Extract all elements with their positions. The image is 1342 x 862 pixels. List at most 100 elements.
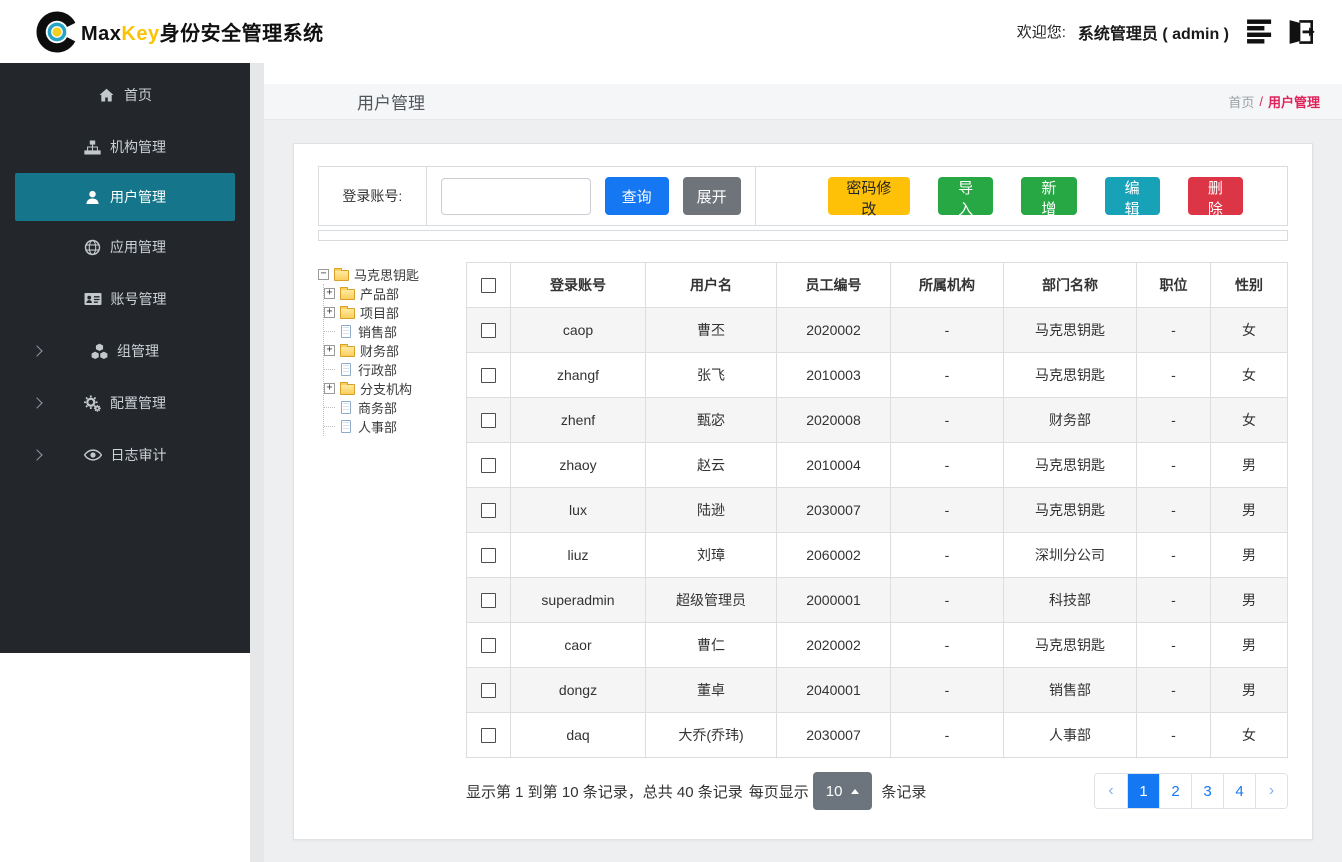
table-cell: 马克思钥匙	[1003, 352, 1137, 398]
tree-node[interactable]: + 分支机构	[324, 379, 466, 398]
sidebar-item-account[interactable]: 账号管理	[0, 273, 250, 325]
table-row[interactable]: liuz 刘璋 2060002- 深圳分公司 - 男	[466, 532, 1288, 578]
header-right: 欢迎您: 系统管理员 ( admin )	[1017, 19, 1316, 45]
tree-node[interactable]: 人事部	[324, 417, 466, 436]
tree-node[interactable]: + 项目部	[324, 303, 466, 322]
tree-node[interactable]: + 产品部	[324, 284, 466, 303]
table-row[interactable]: superadmin 超级管理员 2000001- 科技部 - 男	[466, 577, 1288, 623]
records-suffix: 条记录	[881, 783, 927, 801]
select-all-checkbox[interactable]	[481, 278, 496, 294]
table-cell: -	[890, 712, 1004, 758]
sitemap-icon	[84, 139, 101, 156]
add-button[interactable]: 新增	[1021, 177, 1077, 218]
pagination: ‹ 1 2 3 4 ›	[1094, 773, 1288, 809]
tree-root-node[interactable]: − 马克思钥匙	[318, 265, 466, 284]
table-cell: -	[890, 577, 1004, 623]
sidebar-item-app[interactable]: 应用管理	[0, 221, 250, 273]
expand-expander-icon[interactable]: +	[324, 345, 335, 356]
sidebar-item-home[interactable]: 首页	[0, 69, 250, 121]
tree-node[interactable]: 销售部	[324, 322, 466, 341]
row-checkbox[interactable]	[481, 323, 496, 339]
brand[interactable]: MaxKey身份安全管理系统	[36, 10, 324, 53]
sidebar-item-config[interactable]: 配置管理	[0, 377, 250, 429]
tree-node-label: 人事部	[358, 420, 398, 435]
table-cell: 张飞	[645, 352, 777, 398]
row-select-cell	[466, 397, 511, 443]
table-cell: 马克思钥匙	[1003, 307, 1137, 353]
tree-node-label: 产品部	[360, 287, 400, 302]
row-select-cell	[466, 307, 511, 353]
table-cell: -	[1136, 577, 1211, 623]
sidebar-item-label: 首页	[124, 87, 152, 103]
query-button[interactable]: 查询	[604, 177, 669, 215]
expand-expander-icon[interactable]: +	[324, 383, 335, 394]
page-size-dropdown[interactable]: 10	[812, 772, 873, 810]
users-table: 登录账号 用户名 员工编号 所属机构 部门名称 职位 性别 caop 曹丕 2020002- 马克…	[466, 262, 1288, 758]
login-account-input[interactable]	[440, 177, 591, 215]
row-checkbox[interactable]	[481, 413, 496, 429]
tree-root-label: 马克思钥匙	[354, 268, 420, 283]
table-row[interactable]: zhangf 张飞 2010003- 马克思钥匙 - 女	[466, 352, 1288, 398]
row-checkbox[interactable]	[481, 728, 496, 744]
table-cell: 男	[1210, 442, 1288, 488]
sidebar-item-group[interactable]: 组管理	[0, 325, 250, 377]
tree-connector	[324, 369, 335, 370]
page-button-4[interactable]: 4	[1223, 774, 1255, 808]
file-icon	[341, 325, 351, 338]
table-cell: -	[890, 352, 1004, 398]
sidebar-item-org[interactable]: 机构管理	[0, 121, 250, 173]
table-row[interactable]: caop 曹丕 2020002- 马克思钥匙 - 女	[466, 307, 1288, 353]
table-row[interactable]: daq 大乔(乔玮) 2030007- 人事部 - 女	[466, 712, 1288, 758]
folder-icon	[340, 306, 355, 319]
row-checkbox[interactable]	[481, 458, 496, 474]
expand-expander-icon[interactable]: +	[324, 307, 335, 318]
row-checkbox[interactable]	[481, 638, 496, 654]
eye-icon	[83, 446, 102, 464]
tree-node[interactable]: 商务部	[324, 398, 466, 417]
table-cell: 男	[1210, 487, 1288, 533]
select-all-header-cell	[466, 262, 511, 308]
tree-node[interactable]: + 财务部	[324, 341, 466, 360]
page-button-2[interactable]: 2	[1159, 774, 1191, 808]
sidebar-item-audit[interactable]: 日志审计	[0, 429, 250, 481]
sidebar-item-user[interactable]: 用户管理	[15, 173, 235, 221]
change-password-button[interactable]: 密码修改	[827, 177, 911, 218]
gears-icon	[84, 395, 101, 412]
row-checkbox[interactable]	[481, 548, 496, 564]
row-checkbox[interactable]	[481, 593, 496, 609]
page-size-value: 10	[825, 782, 843, 800]
expand-button[interactable]: 展开	[682, 177, 741, 215]
menu-list-icon[interactable]	[1247, 19, 1276, 44]
globe-icon	[84, 239, 101, 256]
table-row[interactable]: caor 曹仁 2020002- 马克思钥匙 - 男	[466, 622, 1288, 668]
logout-icon[interactable]	[1288, 19, 1316, 45]
prev-page-button[interactable]: ‹	[1095, 774, 1127, 808]
table-cell: -	[1136, 352, 1211, 398]
page-button-3[interactable]: 3	[1191, 774, 1223, 808]
table-cell: lux	[510, 487, 646, 533]
table-cell: 女	[1210, 307, 1288, 353]
breadcrumb-home-link[interactable]: 首页	[1228, 92, 1254, 111]
table-cell: -	[890, 667, 1004, 713]
table-row[interactable]: zhenf 甄宓 2020008- 财务部 - 女	[466, 397, 1288, 443]
sidebar-item-label: 应用管理	[110, 239, 166, 255]
row-checkbox[interactable]	[481, 368, 496, 384]
expand-expander-icon[interactable]: +	[324, 288, 335, 299]
tree-node[interactable]: 行政部	[324, 360, 466, 379]
table-row[interactable]: lux 陆逊 2030007- 马克思钥匙 - 男	[466, 487, 1288, 533]
row-checkbox[interactable]	[481, 683, 496, 699]
content-top-strip	[264, 63, 1342, 84]
collapse-expander-icon[interactable]: −	[318, 269, 329, 280]
table-cell: -	[1136, 307, 1211, 353]
table-row[interactable]: zhaoy 赵云 2010004- 马克思钥匙 - 男	[466, 442, 1288, 488]
delete-button[interactable]: 删除	[1187, 177, 1243, 218]
edit-button[interactable]: 编辑	[1104, 177, 1160, 218]
users-table-wrap: 登录账号 用户名 员工编号 所属机构 部门名称 职位 性别 caop 曹丕 2020002- 马克…	[466, 262, 1288, 810]
home-icon	[98, 87, 115, 104]
next-page-button[interactable]: ›	[1255, 774, 1287, 808]
page-button-1[interactable]: 1	[1127, 774, 1159, 808]
import-button[interactable]: 导入	[938, 177, 994, 218]
table-cell: 大乔(乔玮)	[645, 712, 777, 758]
table-row[interactable]: dongz 董卓 2040001- 销售部 - 男	[466, 667, 1288, 713]
row-checkbox[interactable]	[481, 503, 496, 519]
